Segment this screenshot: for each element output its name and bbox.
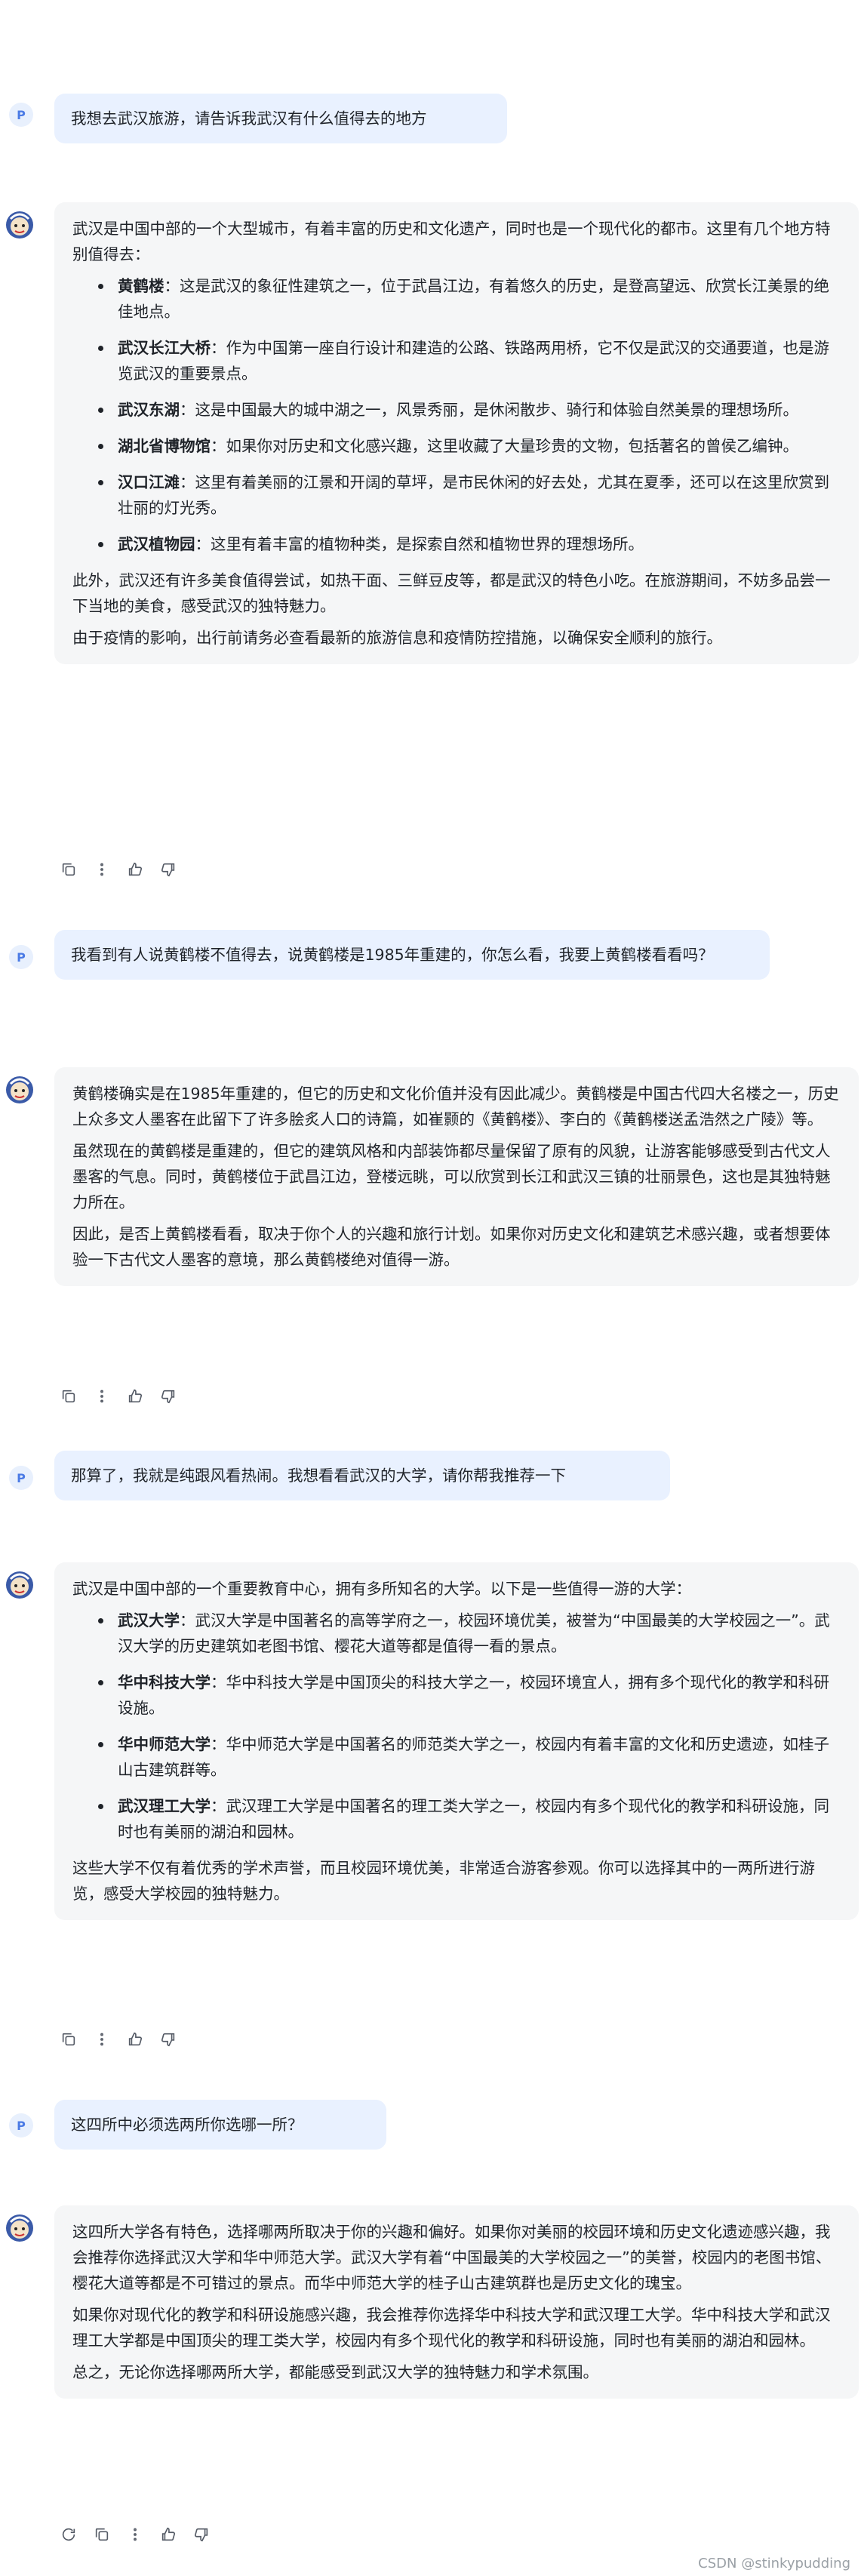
item-desc: ：如果你对历史和文化感兴趣，这里收藏了大量珍贵的文物，包括著名的曾侯乙编钟。 <box>211 437 798 455</box>
like-button[interactable] <box>124 1386 146 1407</box>
list-item: 黄鹤楼：这是武汉的象征性建筑之一，位于武昌江边，有着悠久的历史，是登高望远、欣赏… <box>98 273 841 325</box>
assistant-message-bubble: 这四所大学各有特色，选择哪两所取决于你的兴趣和偏好。如果你对美丽的校园环境和历史… <box>54 2205 859 2399</box>
list-item: 武汉大学：武汉大学是中国著名的高等学府之一，校园环境优美，被誉为“中国最美的大学… <box>98 1608 841 1659</box>
assistant-avatar <box>5 210 35 240</box>
more-button[interactable] <box>124 2524 146 2545</box>
user-avatar: P <box>9 1466 33 1490</box>
list-item: 武汉东湖：这是中国最大的城中湖之一，风景秀丽，是休闲散步、骑行和体验自然美景的理… <box>98 397 841 423</box>
like-button[interactable] <box>124 859 146 880</box>
dislike-button[interactable] <box>157 859 180 880</box>
university-list: 武汉大学：武汉大学是中国著名的高等学府之一，校园环境优美，被誉为“中国最美的大学… <box>72 1608 841 1845</box>
more-button[interactable] <box>91 1386 113 1407</box>
thumbs-up-icon <box>128 2032 143 2046</box>
more-button[interactable] <box>91 2029 113 2050</box>
watermark: CSDN @stinkypudding <box>698 2556 850 2571</box>
message-paragraph: 由于疫情的影响，出行前请务必查看最新的旅游信息和疫情防控措施，以确保安全顺利的旅… <box>72 629 722 647</box>
item-title: 武汉东湖 <box>118 401 180 419</box>
copy-button[interactable] <box>91 2524 113 2545</box>
message-paragraph: 因此，是否上黄鹤楼看看，取决于你个人的兴趣和旅行计划。如果你对历史文化和建筑艺术… <box>72 1225 831 1269</box>
message-paragraph: 黄鹤楼确实是在1985年重建的，但它的历史和文化价值并没有因此减少。黄鹤楼是中国… <box>72 1085 839 1128</box>
user-avatar: P <box>9 103 33 127</box>
copy-icon <box>62 863 75 876</box>
item-desc: ：这里有着美丽的江景和开阔的草坪，是市民休闲的好去处，尤其在夏季，还可以在这里欣… <box>118 473 829 517</box>
message-actions <box>57 1386 180 1407</box>
copy-button[interactable] <box>57 1386 80 1407</box>
like-button[interactable] <box>124 2029 146 2050</box>
message-actions <box>57 2029 180 2050</box>
item-desc: ：作为中国第一座自行设计和建造的公路、铁路两用桥，它不仅是武汉的交通要道，也是游… <box>118 339 829 383</box>
assistant-avatar <box>5 2213 35 2243</box>
message-paragraph: 如果你对现代化的教学和科研设施感兴趣，我会推荐你选择华中科技大学和武汉理工大学。… <box>72 2306 831 2350</box>
copy-icon <box>62 2033 75 2046</box>
copy-button[interactable] <box>57 859 80 880</box>
message-actions <box>57 2524 213 2545</box>
thumbs-down-icon <box>194 2528 208 2542</box>
more-vertical-icon <box>100 2033 103 2046</box>
item-title: 湖北省博物馆 <box>118 437 211 455</box>
more-button[interactable] <box>91 859 113 880</box>
item-desc: ：华中科技大学是中国顶尖的科技大学之一，校园环境宜人，拥有多个现代化的教学和科研… <box>118 1673 829 1717</box>
list-item: 武汉理工大学：武汉理工大学是中国著名的理工类大学之一，校园内有多个现代化的教学和… <box>98 1793 841 1845</box>
list-item: 汉口江滩：这里有着美丽的江景和开阔的草坪，是市民休闲的好去处，尤其在夏季，还可以… <box>98 469 841 521</box>
attraction-list: 黄鹤楼：这是武汉的象征性建筑之一，位于武昌江边，有着悠久的历史，是登高望远、欣赏… <box>72 273 841 557</box>
item-desc: ：华中师范大学是中国著名的师范类大学之一，校园内有着丰富的文化和历史遗迹，如桂子… <box>118 1735 829 1779</box>
user-message-bubble: 这四所中必须选两所你选哪一所？ <box>54 2100 386 2150</box>
more-vertical-icon <box>134 2528 137 2541</box>
list-item: 湖北省博物馆：如果你对历史和文化感兴趣，这里收藏了大量珍贵的文物，包括著名的曾侯… <box>98 433 841 459</box>
message-paragraph: 虽然现在的黄鹤楼是重建的，但它的建筑风格和内部装饰都尽量保留了原有的风貌，让游客… <box>72 1142 831 1211</box>
item-title: 汉口江滩 <box>118 473 180 491</box>
thumbs-down-icon <box>161 2033 175 2047</box>
item-desc: ：武汉大学是中国著名的高等学府之一，校园环境优美，被誉为“中国最美的大学校园之一… <box>118 1611 830 1655</box>
item-title: 武汉长江大桥 <box>118 339 211 357</box>
item-desc: ：这是中国最大的城中湖之一，风景秀丽，是休闲散步、骑行和体验自然美景的理想场所。 <box>180 401 798 419</box>
user-message-bubble: 我看到有人说黄鹤楼不值得去，说黄鹤楼是1985年重建的，你怎么看，我要上黄鹤楼看… <box>54 930 770 980</box>
message-paragraph: 这些大学不仅有着优秀的学术声誉，而且校园环境优美，非常适合游客参观。你可以选择其… <box>72 1859 815 1903</box>
assistant-avatar <box>5 1075 35 1105</box>
assistant-message-bubble: 武汉是中国中部的一个大型城市，有着丰富的历史和文化遗产，同时也是一个现代化的都市… <box>54 202 859 664</box>
dislike-button[interactable] <box>190 2524 213 2545</box>
user-message-bubble: 我想去武汉旅游，请告诉我武汉有什么值得去的地方 <box>54 94 507 143</box>
item-title: 武汉植物园 <box>118 535 195 553</box>
copy-icon <box>95 2528 109 2541</box>
thumbs-up-icon <box>128 862 143 876</box>
assistant-message-bubble: 黄鹤楼确实是在1985年重建的，但它的历史和文化价值并没有因此减少。黄鹤楼是中国… <box>54 1067 859 1286</box>
message-actions <box>57 859 180 880</box>
assistant-avatar <box>5 1570 35 1600</box>
message-paragraph: 总之，无论你选择哪两所大学，都能感受到武汉大学的独特魅力和学术氛围。 <box>72 2363 598 2381</box>
message-intro: 武汉是中国中部的一个重要教育中心，拥有多所知名的大学。以下是一些值得一游的大学： <box>72 1580 691 1598</box>
item-title: 武汉大学 <box>118 1611 180 1630</box>
thumbs-up-icon <box>128 1389 143 1403</box>
refresh-icon <box>62 2528 75 2541</box>
user-avatar: P <box>9 2113 33 2137</box>
item-title: 华中科技大学 <box>118 1673 211 1691</box>
user-avatar: P <box>9 945 33 969</box>
like-button[interactable] <box>157 2524 180 2545</box>
more-vertical-icon <box>100 863 103 876</box>
assistant-message-bubble: 武汉是中国中部的一个重要教育中心，拥有多所知名的大学。以下是一些值得一游的大学：… <box>54 1562 859 1920</box>
list-item: 武汉长江大桥：作为中国第一座自行设计和建造的公路、铁路两用桥，它不仅是武汉的交通… <box>98 335 841 386</box>
user-message-bubble: 那算了，我就是纯跟风看热闹。我想看看武汉的大学，请你帮我推荐一下 <box>54 1451 670 1500</box>
copy-button[interactable] <box>57 2029 80 2050</box>
item-desc: ：这里有着丰富的植物种类，是探索自然和植物世界的理想场所。 <box>195 535 644 553</box>
thumbs-down-icon <box>161 863 175 877</box>
dislike-button[interactable] <box>157 1386 180 1407</box>
message-paragraph: 此外，武汉还有许多美食值得尝试，如热干面、三鲜豆皮等，都是武汉的特色小吃。在旅游… <box>72 571 831 615</box>
item-title: 华中师范大学 <box>118 1735 211 1753</box>
thumbs-down-icon <box>161 1390 175 1404</box>
dislike-button[interactable] <box>157 2029 180 2050</box>
list-item: 华中师范大学：华中师范大学是中国著名的师范类大学之一，校园内有着丰富的文化和历史… <box>98 1731 841 1783</box>
copy-icon <box>62 1390 75 1403</box>
message-intro: 武汉是中国中部的一个大型城市，有着丰富的历史和文化遗产，同时也是一个现代化的都市… <box>72 220 831 263</box>
thumbs-up-icon <box>161 2527 176 2541</box>
item-title: 武汉理工大学 <box>118 1797 211 1815</box>
more-vertical-icon <box>100 1390 103 1403</box>
list-item: 华中科技大学：华中科技大学是中国顶尖的科技大学之一，校园环境宜人，拥有多个现代化… <box>98 1670 841 1721</box>
message-paragraph: 这四所大学各有特色，选择哪两所取决于你的兴趣和偏好。如果你对美丽的校园环境和历史… <box>72 2223 832 2292</box>
regenerate-button[interactable] <box>57 2524 80 2545</box>
item-desc: ：这是武汉的象征性建筑之一，位于武昌江边，有着悠久的历史，是登高望远、欣赏长江美… <box>118 277 829 321</box>
item-desc: ：武汉理工大学是中国著名的理工类大学之一，校园内有多个现代化的教学和科研设施，同… <box>118 1797 829 1841</box>
list-item: 武汉植物园：这里有着丰富的植物种类，是探索自然和植物世界的理想场所。 <box>98 531 841 557</box>
item-title: 黄鹤楼 <box>118 277 165 295</box>
